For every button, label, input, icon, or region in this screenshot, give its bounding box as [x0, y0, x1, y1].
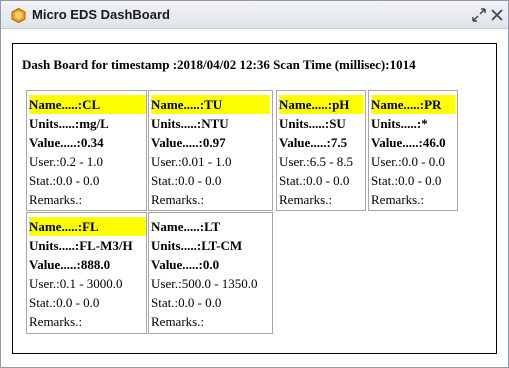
card-name: Name.....:CL [29, 95, 146, 114]
card-name: Name.....:pH [279, 95, 363, 114]
card-remarks: Remarks.: [29, 314, 83, 329]
card-stat-range: Stat.:0.0 - 0.0 [151, 173, 222, 188]
card-stat-range: Stat.:0.0 - 0.0 [29, 173, 100, 188]
close-x-icon[interactable] [490, 8, 504, 22]
window-title: Micro EDS DashBoard [32, 7, 170, 22]
card-units: Units.....:LT-CM [151, 238, 243, 253]
card-user-range: User.:500.0 - 1350.0 [151, 276, 258, 291]
card-user-range: User.:0.1 - 3000.0 [29, 276, 123, 291]
dashboard-heading: Dash Board for timestamp :2018/04/02 12:… [22, 57, 416, 72]
card-stat-range: Stat.:0.0 - 0.0 [29, 295, 100, 310]
card-units: Units.....:* [371, 116, 428, 131]
card-remarks: Remarks.: [279, 192, 333, 207]
title-bar[interactable]: Micro EDS DashBoard [1, 1, 508, 29]
restore-arrows-icon[interactable] [472, 8, 486, 22]
sensor-card-ph: Name.....:pH Units.....:SU Value.....:7.… [276, 90, 366, 211]
card-remarks: Remarks.: [151, 192, 205, 207]
card-name: Name.....:LT [151, 219, 221, 234]
card-units: Units.....:FL-M3/H [29, 238, 133, 253]
app-hexagon-icon [11, 8, 26, 23]
card-stat-range: Stat.:0.0 - 0.0 [151, 295, 222, 310]
card-value: Value.....:46.0 [371, 135, 446, 150]
card-stat-range: Stat.:0.0 - 0.0 [279, 173, 350, 188]
card-value: Value.....:0.97 [151, 135, 226, 150]
dashboard-window: Micro EDS DashBoard Dash Board for times… [0, 0, 509, 368]
card-units: Units.....:mg/L [29, 116, 109, 131]
card-user-range: User.:6.5 - 8.5 [279, 154, 354, 169]
dashboard-panel: Dash Board for timestamp :2018/04/02 12:… [12, 43, 497, 354]
card-units: Units.....:NTU [151, 116, 229, 131]
card-value: Value.....:7.5 [279, 135, 348, 150]
card-user-range: User.:0.0 - 0.0 [371, 154, 446, 169]
sensor-card-cl: Name.....:CL Units.....:mg/L Value.....:… [26, 90, 147, 211]
card-remarks: Remarks.: [151, 314, 205, 329]
card-value: Value.....:888.0 [29, 257, 111, 272]
card-remarks: Remarks.: [371, 192, 425, 207]
card-remarks: Remarks.: [29, 192, 83, 207]
sensor-card-fl: Name.....:FL Units.....:FL-M3/H Value...… [26, 212, 147, 334]
sensor-card-tu: Name.....:TU Units.....:NTU Value.....:0… [148, 90, 273, 211]
card-user-range: User.:0.01 - 1.0 [151, 154, 232, 169]
card-name: Name.....:FL [29, 217, 146, 236]
card-name: Name.....:PR [371, 95, 455, 114]
card-name: Name.....:TU [151, 95, 270, 114]
card-units: Units.....:SU [279, 116, 346, 131]
sensor-card-lt: Name.....:LT Units.....:LT-CM Value.....… [148, 212, 273, 334]
card-value: Value.....:0.34 [29, 135, 104, 150]
card-value: Value.....:0.0 [151, 257, 220, 272]
card-stat-range: Stat.:0.0 - 0.0 [371, 173, 442, 188]
card-user-range: User.:0.2 - 1.0 [29, 154, 104, 169]
sensor-card-pr: Name.....:PR Units.....:* Value.....:46.… [368, 90, 458, 211]
